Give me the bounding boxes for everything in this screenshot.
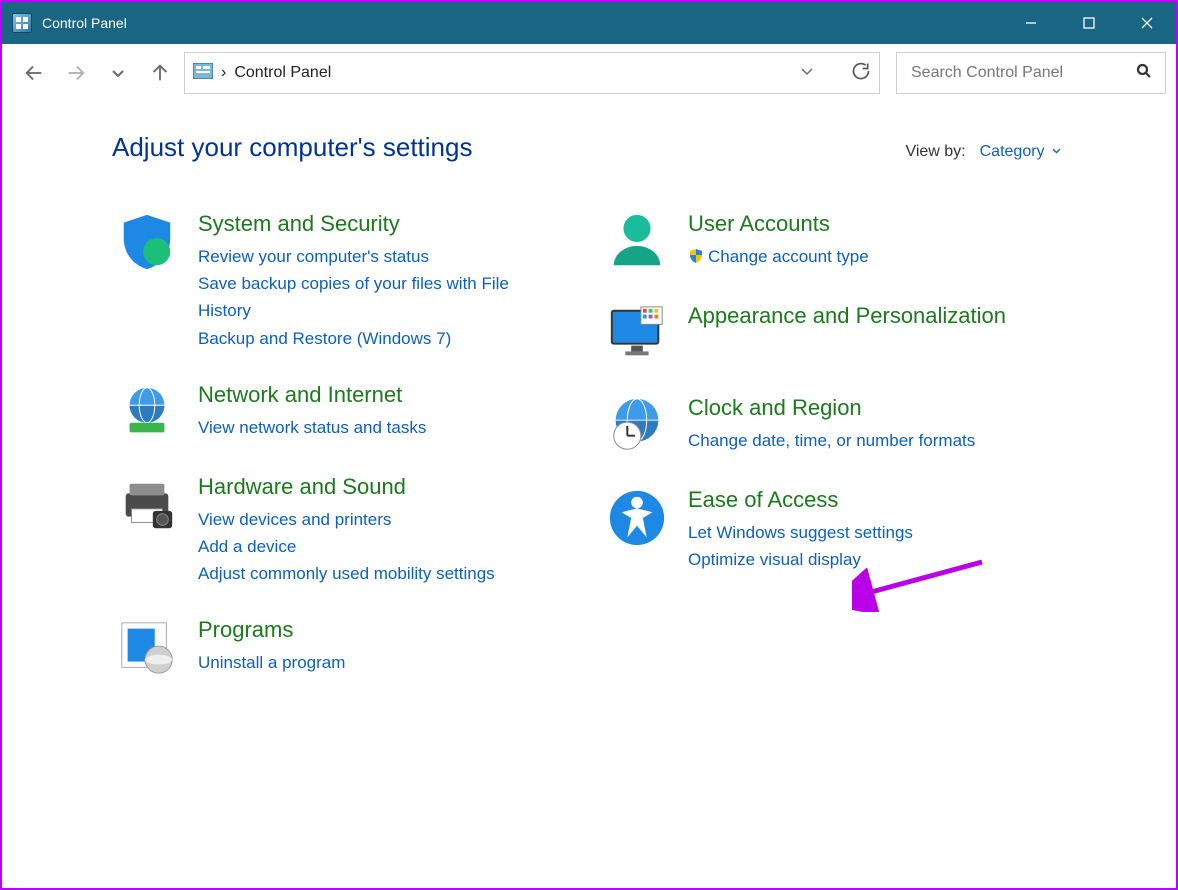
close-button[interactable] [1118, 2, 1176, 44]
address-chevron-icon[interactable] [799, 63, 815, 84]
globe-icon [112, 382, 182, 444]
category-link[interactable]: Add a device [198, 533, 495, 560]
category-clock-region: L Clock and Region Change date, time, or… [602, 395, 1032, 457]
category-link[interactable]: Review your computer's status [198, 243, 542, 270]
category-network-internet: Network and Internet View network status… [112, 382, 542, 444]
category-programs: Programs Uninstall a program [112, 617, 542, 679]
category-title[interactable]: Ease of Access [688, 487, 913, 513]
category-title[interactable]: Clock and Region [688, 395, 975, 421]
search-box[interactable] [896, 52, 1166, 94]
breadcrumb-location[interactable]: Control Panel [234, 64, 331, 82]
refresh-button[interactable] [851, 61, 871, 86]
uac-shield-icon [688, 245, 704, 261]
window-title: Control Panel [42, 15, 127, 31]
category-title[interactable]: System and Security [198, 211, 542, 237]
category-title[interactable]: Appearance and Personalization [688, 303, 1006, 329]
page-title: Adjust your computer's settings [112, 132, 472, 163]
printer-icon [112, 474, 182, 588]
view-by-dropdown[interactable]: Category [980, 143, 1062, 161]
user-icon [602, 211, 672, 273]
category-title[interactable]: User Accounts [688, 211, 869, 237]
category-hardware-sound: Hardware and Sound View devices and prin… [112, 474, 542, 588]
address-bar[interactable]: › Control Panel [184, 52, 880, 94]
breadcrumb-separator: › [221, 64, 226, 82]
category-appearance-personalization: Appearance and Personalization [602, 303, 1032, 365]
recent-chevron-icon[interactable] [100, 55, 136, 91]
category-system-security: System and Security Review your computer… [112, 211, 542, 352]
monitor-icon [602, 303, 672, 365]
category-link[interactable]: Save backup copies of your files with Fi… [198, 270, 542, 324]
programs-icon [112, 617, 182, 679]
up-button[interactable] [142, 55, 178, 91]
category-title[interactable]: Network and Internet [198, 382, 426, 408]
category-link[interactable]: Uninstall a program [198, 649, 345, 676]
clock-globe-icon: L [602, 395, 672, 457]
title-bar: Control Panel [2, 2, 1176, 44]
category-ease-of-access: Ease of Access Let Windows suggest setti… [602, 487, 1032, 573]
category-link[interactable]: Adjust commonly used mobility settings [198, 560, 495, 587]
category-title[interactable]: Programs [198, 617, 345, 643]
category-user-accounts: User Accounts Change account type [602, 211, 1032, 273]
search-icon[interactable] [1135, 62, 1153, 85]
shield-icon [112, 211, 182, 352]
control-panel-icon [193, 63, 213, 84]
maximize-button[interactable] [1060, 2, 1118, 44]
app-icon [12, 13, 32, 33]
category-link[interactable]: Optimize visual display [688, 546, 913, 573]
category-link[interactable]: Change account type [688, 243, 869, 270]
back-button[interactable] [16, 55, 52, 91]
minimize-button[interactable] [1002, 2, 1060, 44]
view-by-label: View by: [905, 143, 965, 161]
nav-row: › Control Panel [2, 44, 1176, 102]
search-input[interactable] [909, 63, 1135, 83]
category-link[interactable]: View devices and printers [198, 506, 495, 533]
category-link[interactable]: Let Windows suggest settings [688, 519, 913, 546]
category-title[interactable]: Hardware and Sound [198, 474, 495, 500]
accessibility-icon [602, 487, 672, 573]
category-link[interactable]: Backup and Restore (Windows 7) [198, 325, 542, 352]
category-link[interactable]: View network status and tasks [198, 414, 426, 441]
forward-button[interactable] [58, 55, 94, 91]
category-link[interactable]: Change date, time, or number formats [688, 427, 975, 454]
